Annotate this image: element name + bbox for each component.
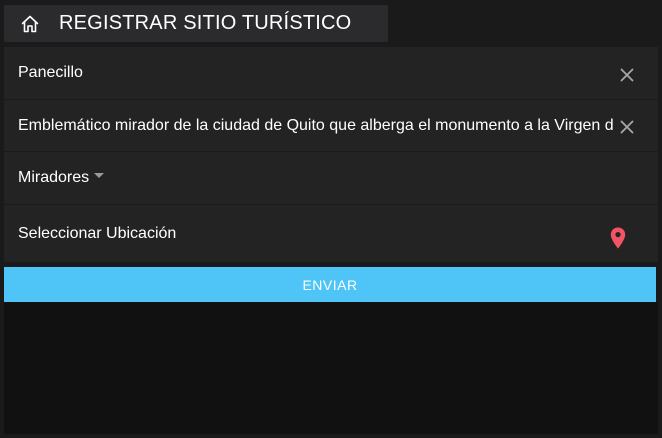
- location-field[interactable]: Seleccionar Ubicación: [4, 205, 658, 262]
- name-field[interactable]: Panecillo: [4, 47, 658, 100]
- register-form: Panecillo Emblemático mirador de la ciud…: [4, 47, 658, 262]
- content-area: [4, 302, 658, 434]
- clear-description-icon[interactable]: [620, 120, 634, 134]
- location-pin-icon[interactable]: [610, 227, 626, 249]
- home-icon[interactable]: [20, 14, 40, 34]
- location-label[interactable]: Seleccionar Ubicación: [18, 225, 176, 243]
- category-label: Miradores: [18, 169, 90, 186]
- description-input[interactable]: Emblemático mirador de la ciudad de Quit…: [18, 117, 613, 135]
- page-header: REGISTRAR SITIO TURÍSTICO: [4, 5, 388, 42]
- clear-name-icon[interactable]: [620, 68, 634, 82]
- name-input[interactable]: Panecillo: [18, 64, 83, 82]
- chevron-down-icon: [94, 173, 105, 179]
- category-select-value[interactable]: Miradores: [18, 169, 105, 187]
- category-select[interactable]: Miradores: [4, 152, 658, 205]
- page-title: REGISTRAR SITIO TURÍSTICO: [59, 12, 352, 34]
- description-field[interactable]: Emblemático mirador de la ciudad de Quit…: [4, 100, 658, 152]
- submit-button[interactable]: ENVIAR: [4, 267, 656, 302]
